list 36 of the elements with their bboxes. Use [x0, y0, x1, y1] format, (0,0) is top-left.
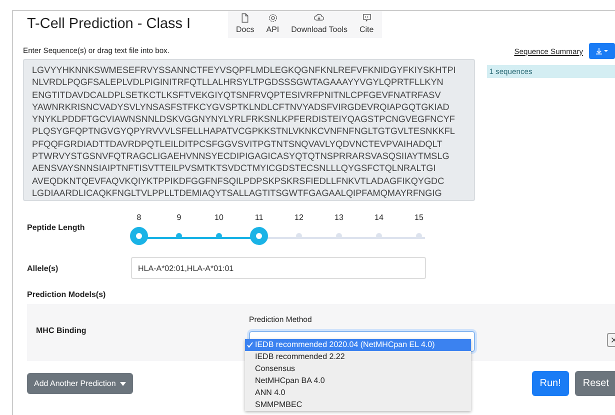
- tick-label: 8: [136, 213, 142, 222]
- dropdown-option[interactable]: SMMPMBEC: [245, 399, 471, 411]
- slider-handle[interactable]: [250, 227, 268, 245]
- check-icon: [247, 342, 253, 348]
- dropdown-option[interactable]: Consensus: [245, 363, 471, 375]
- tick-label: 10: [214, 213, 224, 222]
- page-title: T-Cell Prediction - Class I: [27, 16, 192, 32]
- tick-label: 14: [374, 213, 384, 222]
- allele-field[interactable]: HLA-A*02:01,HLA-A*01:01: [131, 257, 426, 279]
- tick-label: 15: [414, 213, 424, 222]
- peptide-length-label: Peptide Length: [27, 222, 86, 232]
- download-menu-button[interactable]: [589, 43, 615, 59]
- add-prediction-button[interactable]: Add Another Prediction: [27, 373, 133, 394]
- tick-label: 12: [294, 213, 304, 222]
- dropdown-option[interactable]: IEDB recommended 2.22: [245, 351, 471, 363]
- toolbar-button[interactable]: API: [266, 13, 280, 34]
- sequence-input[interactable]: LGVYYHKNNKSWMESEFRVYSSANNCTFEYVSQPFLMDLEGKQGNFKNLREFVFKNIDGYFKIYSKHTPI NLVRDLPQGFSALEPLVDLPIGINITRFQTLLALHRSYLTPGDSSSGWTAGAAAYYVGYLQPRTFLLKYN ENGTITDAVDCALDPLSETKCTLKSFTVEKGIYQTSNFRVQPTESIVRFPNITNLCPFGEVFNATRFASV YAWNRKRISNCVADYSVLYNSASFSTFKCYGVSPTKLNDLCFTNVYADSFVIRGDEVRQIAPGQTGKIAD YNYKLPDDFTGCVIAWNSNNLDSKVGGNYNYLYRLFRKSNLKPFERDISTEIYQAGSTPCNGVEGFNCYF PLQSYGFQPTNGVGYQPYRVVVLSFELLHAPATVCGPKKSTNLVKNKCVNFNFNGLTGTGVLTESNKKFL PFQQFGRDIADTTDAVRDPQTLEILDITPCSFGGVSVITPGTNTSNQVAVLYQDVNCTEVPVAIHADQLT PTWRVYSTGSNVFQTRAGCLIGAEHVNNSYECDIPIGAGICASYQTQTNSPRRARSVASQSIIAYTMSLG AENSVAYSNNSIAIPTNFTISVTTEILPVSMTKTSVDCTMYICGDSTECSNLLLQYGSFCTQLNRALTGI AVEQDKNTQEVFAQVKQIYKTPPIKDFGGFNFSQILPDPSKPSKRSFIEDLLFNKVTLADAGFIKQYGDC LGDIAARDLICAQKFNGLTVLPPLLTDEMIAQYTSALLAGTITSGWTFGAGAALQIPFAMQMAYRFNGIG: [23, 59, 476, 201]
- model-name: MHC Binding: [36, 326, 86, 335]
- download-icon: [595, 47, 609, 55]
- toolbar-button[interactable]: Download Tools: [291, 13, 348, 34]
- dropdown-option[interactable]: NetMHCpan BA 4.0: [245, 375, 471, 387]
- dropdown-option[interactable]: ANN 4.0: [245, 387, 471, 399]
- reset-button[interactable]: Reset: [574, 371, 615, 396]
- docs-icon: [240, 13, 250, 23]
- toolbar-button[interactable]: Docs: [236, 13, 254, 34]
- prediction-models-label: Prediction Models(s): [26, 290, 107, 299]
- dropdown-option[interactable]: IEDB recommended 2020.04 (NetMHCpan EL 4.0): [245, 339, 471, 351]
- tick-label: 9: [176, 213, 182, 222]
- caret-icon: [120, 382, 126, 386]
- slider-handle[interactable]: [130, 227, 148, 245]
- download-icon: [314, 13, 324, 23]
- allele-label: Allele(s): [27, 264, 60, 272]
- toolbar-button[interactable]: Cite: [359, 13, 374, 34]
- tick-label: 13: [334, 213, 344, 222]
- run-button[interactable]: Run!: [532, 371, 569, 396]
- tick-label: 11: [254, 213, 264, 222]
